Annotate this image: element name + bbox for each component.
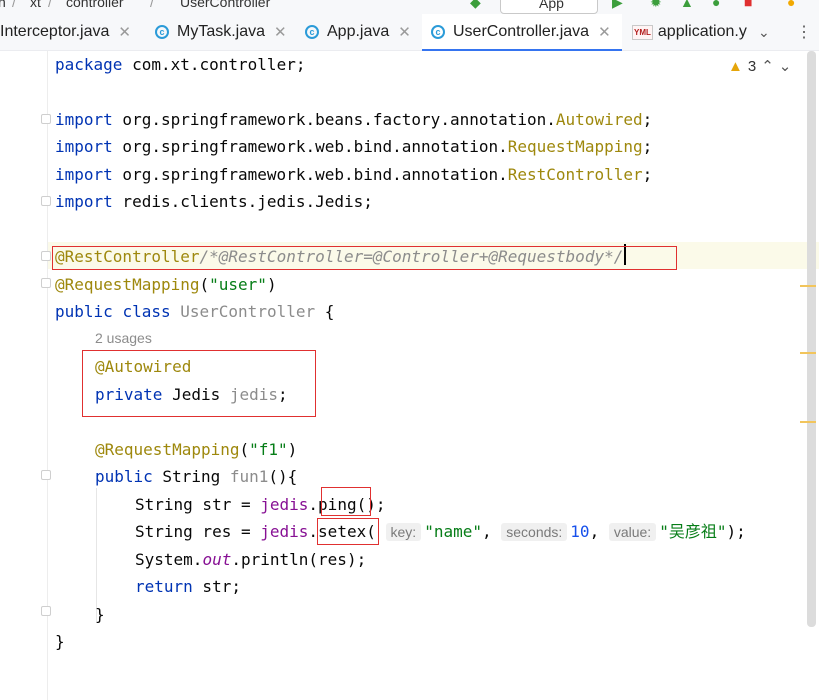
coverage-icon[interactable]: ▲ [680,0,694,10]
chevron-down-icon[interactable]: ⌄ [779,57,792,75]
code-line: @RequestMapping("f1") [95,440,298,459]
code-line: package com.xt.controller; [55,55,306,74]
run-icon[interactable]: ▶ [612,0,623,11]
more-options-button[interactable]: ⋮ [796,14,812,50]
class-icon: c [155,25,169,39]
usages-hint[interactable]: 2 usages [95,330,152,346]
breadcrumb-sep: n [0,0,6,10]
close-icon[interactable]: ✕ [598,23,611,41]
warning-marker[interactable] [800,352,816,354]
warning-count: 3 [747,57,757,75]
tab-mytask[interactable]: c MyTask.java ✕ [155,14,295,50]
line-gutter [0,51,48,700]
breadcrumb-sep: / [150,0,154,10]
tab-usercontroller[interactable]: c UserController.java ✕ [422,14,622,51]
class-icon: c [431,25,445,39]
run-config-label: App [539,0,564,11]
tab-label: UserController.java [453,23,590,40]
build-icon[interactable]: ◆ [470,0,481,11]
inspection-widget[interactable]: ▲ 3 ⌃ ⌄ [728,57,792,76]
debug-icon[interactable]: ✹ [650,0,662,11]
highlight-box [321,487,371,516]
yml-icon: YML [632,24,653,40]
param-hint: seconds: [501,523,568,541]
breadcrumb: n / xt / controller / UserController ◆ A… [0,0,819,14]
code-line: import redis.clients.jedis.Jedis; [55,192,373,211]
tab-label: MyTask.java [177,23,266,40]
fold-marker-icon[interactable] [41,606,51,616]
close-icon[interactable]: ✕ [118,23,131,41]
fold-marker-icon[interactable] [41,278,51,288]
close-icon[interactable]: ✕ [274,23,287,41]
tab-interceptor[interactable]: Interceptor.java ✕ [0,14,146,50]
scrollbar[interactable] [807,51,816,627]
breadcrumb-sep: / [48,0,52,10]
tab-list-dropdown[interactable]: ⌄ [758,14,770,50]
code-line: return str; [135,577,241,596]
highlight-box [82,350,316,417]
code-line: public String fun1(){ [95,467,298,486]
breadcrumb-sep: / [12,0,16,10]
profile-icon[interactable]: ● [712,0,720,10]
fold-marker-icon[interactable] [41,251,51,261]
code-line: @RequestMapping("user") [55,275,277,294]
tab-app[interactable]: c App.java ✕ [305,14,423,50]
chevron-up-icon[interactable]: ⌃ [761,57,774,75]
code-line: } [95,605,105,624]
code-line: import org.springframework.web.bind.anno… [55,165,653,184]
editor-tab-bar: Interceptor.java ✕ c MyTask.java ✕ c App… [0,14,819,51]
code-line: } [55,632,65,651]
run-config-selector[interactable]: App [500,0,598,14]
code-line: public class UserController { [55,302,335,321]
run-class-icon: c [305,25,319,39]
param-hint: value: [608,523,657,541]
code-line: System.out.println(res); [135,550,367,569]
notification-icon[interactable]: ● [787,0,795,10]
warning-icon: ▲ [728,57,743,75]
tab-label: App.java [327,23,390,40]
breadcrumb-item-usercontroller[interactable]: UserController [180,0,270,10]
fold-marker-icon[interactable] [41,196,51,206]
code-line: import org.springframework.beans.factory… [55,110,653,129]
stop-icon[interactable]: ■ [744,0,752,10]
more-vertical-icon: ⋮ [796,24,812,41]
code-line: import org.springframework.web.bind.anno… [55,137,653,156]
tab-application-yml[interactable]: YML application.y [632,14,748,50]
breadcrumb-item-xt[interactable]: xt [30,0,41,10]
param-hint: key: [385,523,422,541]
code-line: String res = jedis.setex( key: "name", se… [135,522,746,541]
close-icon[interactable]: ✕ [398,23,411,41]
chevron-down-icon: ⌄ [758,23,770,40]
warning-marker[interactable] [800,421,816,423]
highlight-box [52,246,677,270]
tab-label: Interceptor.java [0,23,110,40]
code-editor[interactable]: ▲ 3 ⌃ ⌄ package com.xt.controller; impor… [0,51,819,700]
breadcrumb-item-controller[interactable]: controller [66,0,124,10]
tab-label: application.y [657,23,747,40]
highlight-box [317,518,379,545]
fold-marker-icon[interactable] [41,470,51,480]
warning-marker[interactable] [800,285,816,287]
fold-marker-icon[interactable] [41,114,51,124]
